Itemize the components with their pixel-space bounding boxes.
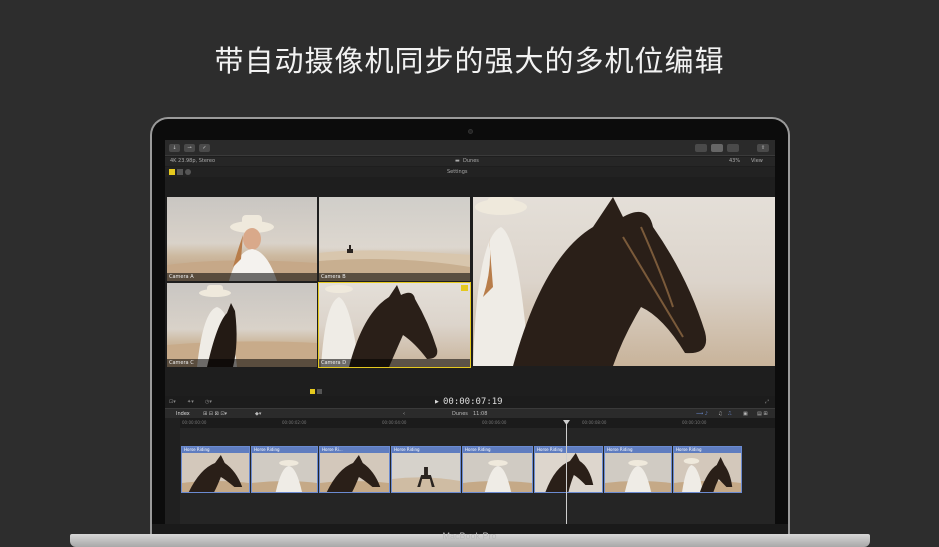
angle-camera-a[interactable]: Camera A (167, 197, 317, 281)
app-screen: ↓ ⊸ ✓ ⇪ 4K 23.98p, Stereo ▬ Dunes 43% Vi… (165, 140, 775, 524)
video-switch-icon[interactable] (177, 169, 183, 175)
timeline-clip[interactable]: Horse Riding (604, 446, 672, 493)
bank-icon[interactable] (310, 389, 315, 394)
project-format: 4K 23.98p, Stereo (170, 158, 216, 164)
timeline-gutter (165, 418, 180, 524)
clip-thumbnail (674, 453, 741, 492)
fullscreen-icon[interactable]: ⤢ (765, 396, 769, 408)
zoom-level[interactable]: 43% (729, 157, 740, 166)
ruler-mark: 00:00:02:00 (282, 420, 307, 425)
view-menu[interactable]: View (751, 157, 763, 166)
timeline-clip[interactable]: Horse Riding (181, 446, 250, 493)
ruler-mark: 00:00:06:00 (482, 420, 507, 425)
timeline-clip[interactable]: Horse Riding (673, 446, 742, 493)
timeline-ruler[interactable]: 00:00:00:00 00:00:02:00 00:00:04:00 00:0… (180, 418, 775, 428)
camera-c-image (167, 285, 317, 367)
angle-label: Camera A (167, 273, 317, 281)
angle-label: Camera B (319, 273, 470, 281)
camera-b-image (319, 245, 470, 281)
speed-icon[interactable]: ◷▾ (205, 396, 212, 408)
app-toolbar: ↓ ⊸ ✓ ⇪ (165, 140, 775, 156)
viewer-info-bar: 4K 23.98p, Stereo ▬ Dunes 43% View (165, 157, 775, 166)
timeline-clip[interactable]: Horse Riding (462, 446, 533, 493)
settings-menu[interactable]: Settings (447, 167, 468, 177)
clip-thumbnail (605, 453, 671, 492)
import-icon[interactable]: ↓ (169, 144, 180, 152)
angle-camera-b[interactable]: Camera B (319, 197, 470, 281)
device-brand: MacBook Pro (442, 531, 497, 541)
hero-title: 带自动摄像机同步的强大的多机位编辑 (214, 44, 725, 78)
ruler-mark: 00:00:00:00 (182, 420, 207, 425)
timeline-clip[interactable]: Horse Riding (534, 446, 603, 493)
ruler-mark: 00:00:08:00 (582, 420, 607, 425)
angle-label: Camera C (167, 359, 317, 367)
keyword-icon[interactable]: ⊸ (184, 144, 195, 152)
active-angle-badge-icon (461, 285, 468, 291)
video-audio-switch-icon[interactable] (169, 169, 175, 175)
timeline-clip[interactable]: Horse Riding (391, 446, 461, 493)
ruler-mark: 00:00:04:00 (382, 420, 407, 425)
clip-thumbnail (252, 453, 317, 492)
timeline-clip[interactable]: Horse Ri... (319, 446, 390, 493)
playhead[interactable] (566, 420, 567, 524)
angle-viewer-bar: Settings (165, 167, 775, 177)
clip-thumbnail (392, 453, 460, 492)
audio-switch-icon[interactable] (185, 169, 191, 175)
clip-thumbnail (320, 453, 389, 492)
angle-camera-d[interactable]: Camera D (318, 282, 471, 368)
camera-d-image (321, 285, 438, 367)
ruler-mark: 00:00:10:00 (682, 420, 707, 425)
angle-camera-c[interactable]: Camera C (167, 283, 317, 367)
clip-thumbnail (535, 453, 602, 492)
angle-label: Camera D (319, 359, 470, 367)
clip-thumbnail (463, 453, 532, 492)
main-viewer[interactable] (473, 197, 775, 366)
share-icon[interactable]: ⇪ (757, 144, 769, 152)
check-icon[interactable]: ✓ (199, 144, 210, 152)
project-name: Dunes (463, 158, 479, 164)
main-viewer-image (473, 197, 707, 366)
clip-thumbnail (182, 453, 249, 492)
bank-icon-2[interactable] (317, 389, 322, 394)
webcam-icon (468, 129, 473, 134)
timeline-toggle-icon[interactable] (711, 144, 723, 152)
timeline-header: Index ⊞ ⊟ ⊠ ⊡▾ ◆▾ ‹ Dunes 11:08 ⟿ ♪ ♫ ⎍ … (165, 408, 775, 418)
browser-toggle-icon[interactable] (695, 144, 707, 152)
clip-appearance-icon[interactable]: ⊡▾ (169, 396, 176, 408)
enhancements-icon[interactable]: ✦▾ (187, 396, 194, 408)
inspector-toggle-icon[interactable] (727, 144, 739, 152)
timeline-clip[interactable]: Horse Riding (251, 446, 318, 493)
timecode-display: 00:00:07:19 (443, 397, 503, 407)
film-icon: ▬ (455, 158, 460, 164)
camera-a-image (167, 215, 317, 281)
play-button[interactable]: ▶ (435, 396, 439, 408)
